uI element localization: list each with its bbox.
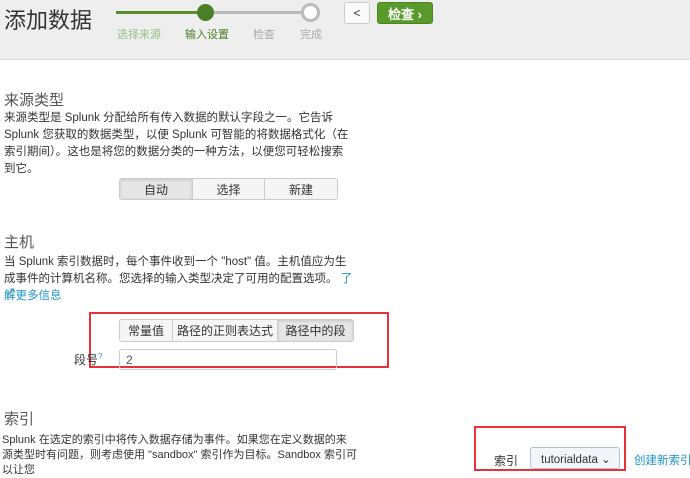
segment-label: 段号? bbox=[74, 351, 102, 368]
host-description-text: 当 Splunk 索引数据时，每个事件收到一个 "host" 值。主机值应为生成… bbox=[4, 256, 347, 285]
index-description: Splunk 在选定的索引中将传入数据存储为事件。如果您在定义数据的来源类型时有… bbox=[2, 434, 357, 476]
step-input-settings: 输入设置 bbox=[185, 29, 229, 41]
sourcetype-toggle: 自动 选择 新建 bbox=[119, 178, 338, 200]
progress-remaining bbox=[206, 11, 306, 14]
step-review: 检查 bbox=[253, 29, 275, 41]
host-regex-button[interactable]: 路径的正则表达式 bbox=[173, 320, 278, 341]
create-index-link[interactable]: 创建新索引 bbox=[634, 452, 690, 468]
sourcetype-description: 来源类型是 Splunk 分配给所有传入数据的默认字段之一。它告诉 Splunk… bbox=[4, 112, 349, 175]
index-select-value: tutorialdata bbox=[541, 454, 598, 466]
step-done: 完成 bbox=[300, 29, 322, 41]
index-label: 索引 bbox=[494, 454, 519, 468]
step-current-dot bbox=[197, 4, 214, 21]
sourcetype-heading: 来源类型 bbox=[4, 91, 65, 109]
step-select-source: 选择来源 bbox=[117, 29, 161, 41]
segment-label-text: 段号 bbox=[74, 353, 99, 367]
page-title: 添加数据 bbox=[4, 9, 93, 34]
chevron-down-icon: ⌄ bbox=[601, 454, 611, 466]
host-toggle: 常量值 路径的正则表达式 路径中的段 bbox=[119, 319, 354, 342]
host-heading: 主机 bbox=[4, 233, 35, 251]
help-icon[interactable]: ? bbox=[98, 352, 102, 361]
index-select[interactable]: tutorialdata ⌄ bbox=[530, 447, 620, 469]
sourcetype-new-button[interactable]: 新建 bbox=[265, 179, 337, 199]
sourcetype-auto-button[interactable]: 自动 bbox=[120, 179, 193, 199]
external-link-icon[interactable]: ↗ bbox=[6, 285, 15, 298]
review-button[interactable]: 检查 › bbox=[377, 2, 433, 24]
back-button[interactable]: < bbox=[344, 2, 370, 24]
host-constant-button[interactable]: 常量值 bbox=[120, 320, 173, 341]
step-final-dot bbox=[301, 3, 320, 22]
sourcetype-select-button[interactable]: 选择 bbox=[193, 179, 265, 199]
index-heading: 索引 bbox=[4, 410, 35, 428]
progress-done bbox=[116, 11, 206, 14]
host-segment-button[interactable]: 路径中的段 bbox=[278, 320, 353, 341]
host-description: 当 Splunk 索引数据时，每个事件收到一个 "host" 值。主机值应为生成… bbox=[4, 254, 354, 305]
segment-number-input[interactable]: 2 bbox=[119, 349, 337, 370]
